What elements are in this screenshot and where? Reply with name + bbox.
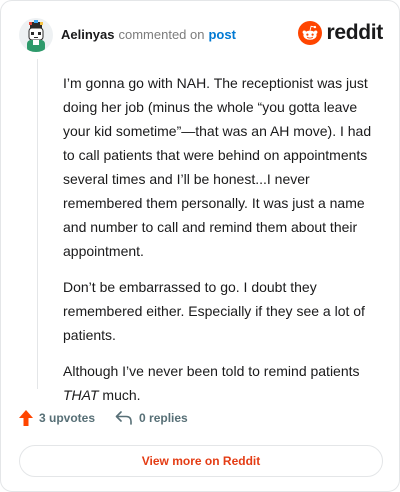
upvote-count: 3 upvotes xyxy=(39,411,96,425)
avatar-image-icon xyxy=(19,18,53,52)
upvote-stat[interactable]: 3 upvotes xyxy=(19,410,95,426)
reply-count: 0 replies xyxy=(139,411,188,425)
comment-stats: 3 upvotes 0 replies xyxy=(19,407,208,429)
comment-paragraph: Although I’ve never been told to remind … xyxy=(63,359,379,407)
reply-arrow-icon xyxy=(115,411,132,425)
comment-emphasis: THAT xyxy=(63,387,99,403)
reddit-brand[interactable]: reddit xyxy=(298,21,383,45)
post-link[interactable]: post xyxy=(208,27,235,43)
reply-stat[interactable]: 0 replies xyxy=(115,411,188,425)
thread-line xyxy=(37,59,38,389)
view-more-button[interactable]: View more on Reddit xyxy=(19,445,383,477)
upvote-arrow-icon xyxy=(19,410,33,426)
comment-body: I’m gonna go with NAH. The receptionist … xyxy=(63,71,379,419)
comment-paragraph: Don’t be embarrassed to go. I doubt they… xyxy=(63,279,365,343)
author-username[interactable]: Aelinyas xyxy=(61,27,114,43)
user-avatar[interactable] xyxy=(19,18,53,52)
action-text: commented on xyxy=(118,27,205,42)
reddit-logo-icon xyxy=(298,21,323,45)
comment-byline: Aelinyas commented on post xyxy=(61,27,236,43)
comment-embed-card: Aelinyas commented on post reddit I’m go… xyxy=(0,0,400,492)
comment-paragraph: I’m gonna go with NAH. The receptionist … xyxy=(63,75,372,259)
reddit-wordmark: reddit xyxy=(326,21,383,44)
comment-text: Although I’ve never been told to remind … xyxy=(63,363,360,379)
comment-text: much. xyxy=(98,387,141,403)
comment-header: Aelinyas commented on post reddit xyxy=(19,15,383,55)
